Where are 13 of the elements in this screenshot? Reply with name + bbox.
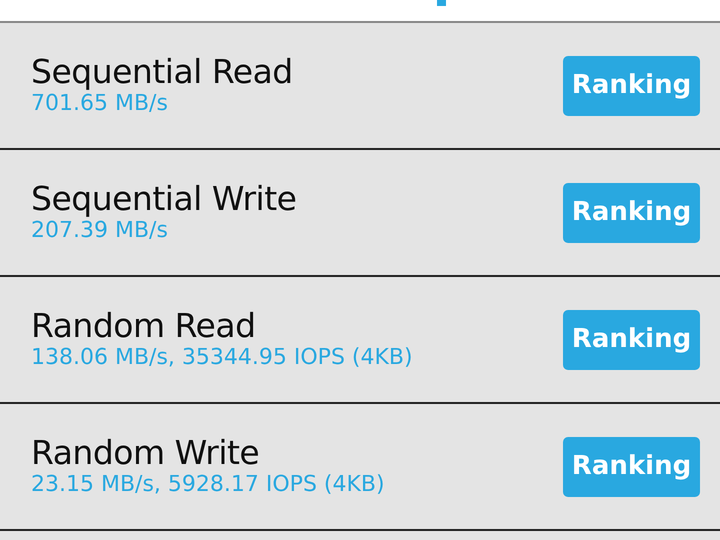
ranking-button[interactable]: Ranking [563, 436, 700, 496]
ranking-button[interactable]: Ranking [563, 310, 700, 370]
ranking-button[interactable]: Ranking [563, 56, 700, 116]
test-result: 701.65 MB/s [31, 91, 169, 118]
ranking-button[interactable]: Ranking [563, 182, 700, 242]
test-title: Sequential Write [31, 180, 296, 218]
test-result: 207.39 MB/s [31, 218, 169, 245]
test-title: Random Write [31, 434, 260, 472]
logo-icon [437, 0, 446, 6]
test-result: 138.06 MB/s, 35344.95 IOPS (4KB) [31, 345, 413, 372]
test-title: Sequential Read [31, 53, 293, 92]
test-title: Random Read [31, 307, 257, 346]
test-result: 23.15 MB/s, 5928.17 IOPS (4KB) [31, 472, 385, 499]
